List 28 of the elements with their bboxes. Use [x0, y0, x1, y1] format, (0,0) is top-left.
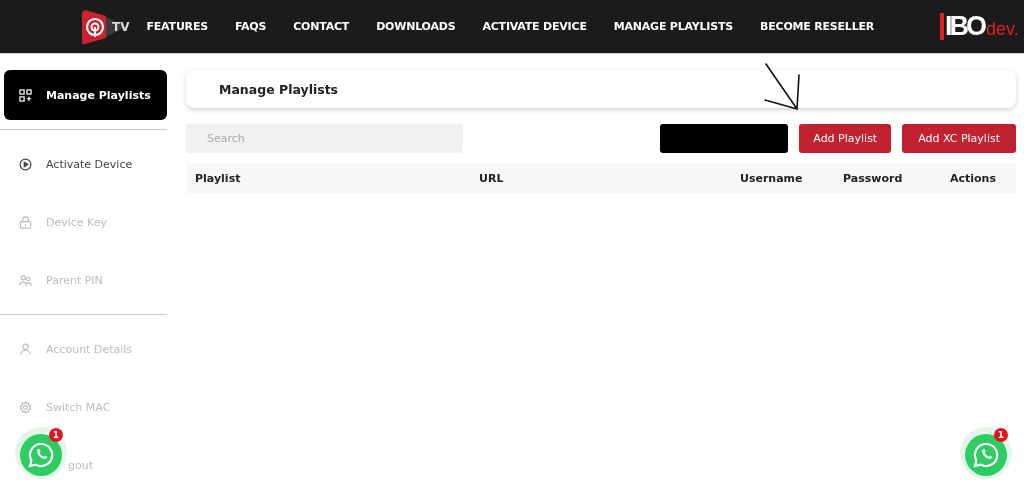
- search-field[interactable]: Search: [186, 124, 463, 153]
- sidebar-item[interactable]: Activate Device: [0, 142, 167, 186]
- nav-link[interactable]: CONTACT: [293, 20, 350, 33]
- nav-link[interactable]: ACTIVATE DEVICE: [482, 20, 587, 33]
- nav-link[interactable]: DOWNLOADS: [376, 20, 456, 33]
- logo-text: TV: [112, 19, 130, 34]
- page-title: Manage Playlists: [219, 81, 339, 97]
- grid-icon: [19, 88, 32, 102]
- nav-link[interactable]: FAQS: [234, 20, 267, 33]
- nav-link[interactable]: FEATURES: [146, 20, 208, 33]
- nav-link[interactable]: BECOME RESELLER: [760, 20, 875, 33]
- notification-badge: 1: [994, 428, 1008, 442]
- play-circle-icon: [19, 157, 32, 171]
- notification-badge: 1: [49, 428, 63, 442]
- column-header: Password: [843, 171, 904, 185]
- column-header: Username: [740, 171, 804, 185]
- user-icon: [19, 342, 32, 356]
- nav-link[interactable]: MANAGE PLAYLISTS: [613, 20, 733, 33]
- settings-icon: [19, 400, 32, 414]
- brand-logo: IBOdev.: [940, 13, 1019, 40]
- users-icon: [19, 273, 32, 287]
- sidebar-item[interactable]: Manage Playlists: [4, 70, 167, 120]
- column-header: Actions: [950, 171, 996, 185]
- add-button[interactable]: Add XC Playlist: [902, 124, 1016, 153]
- lock-icon: [19, 215, 32, 229]
- column-header: URL: [479, 171, 505, 185]
- add-button[interactable]: Add Playlist: [799, 124, 892, 153]
- column-header: Playlist: [194, 171, 242, 185]
